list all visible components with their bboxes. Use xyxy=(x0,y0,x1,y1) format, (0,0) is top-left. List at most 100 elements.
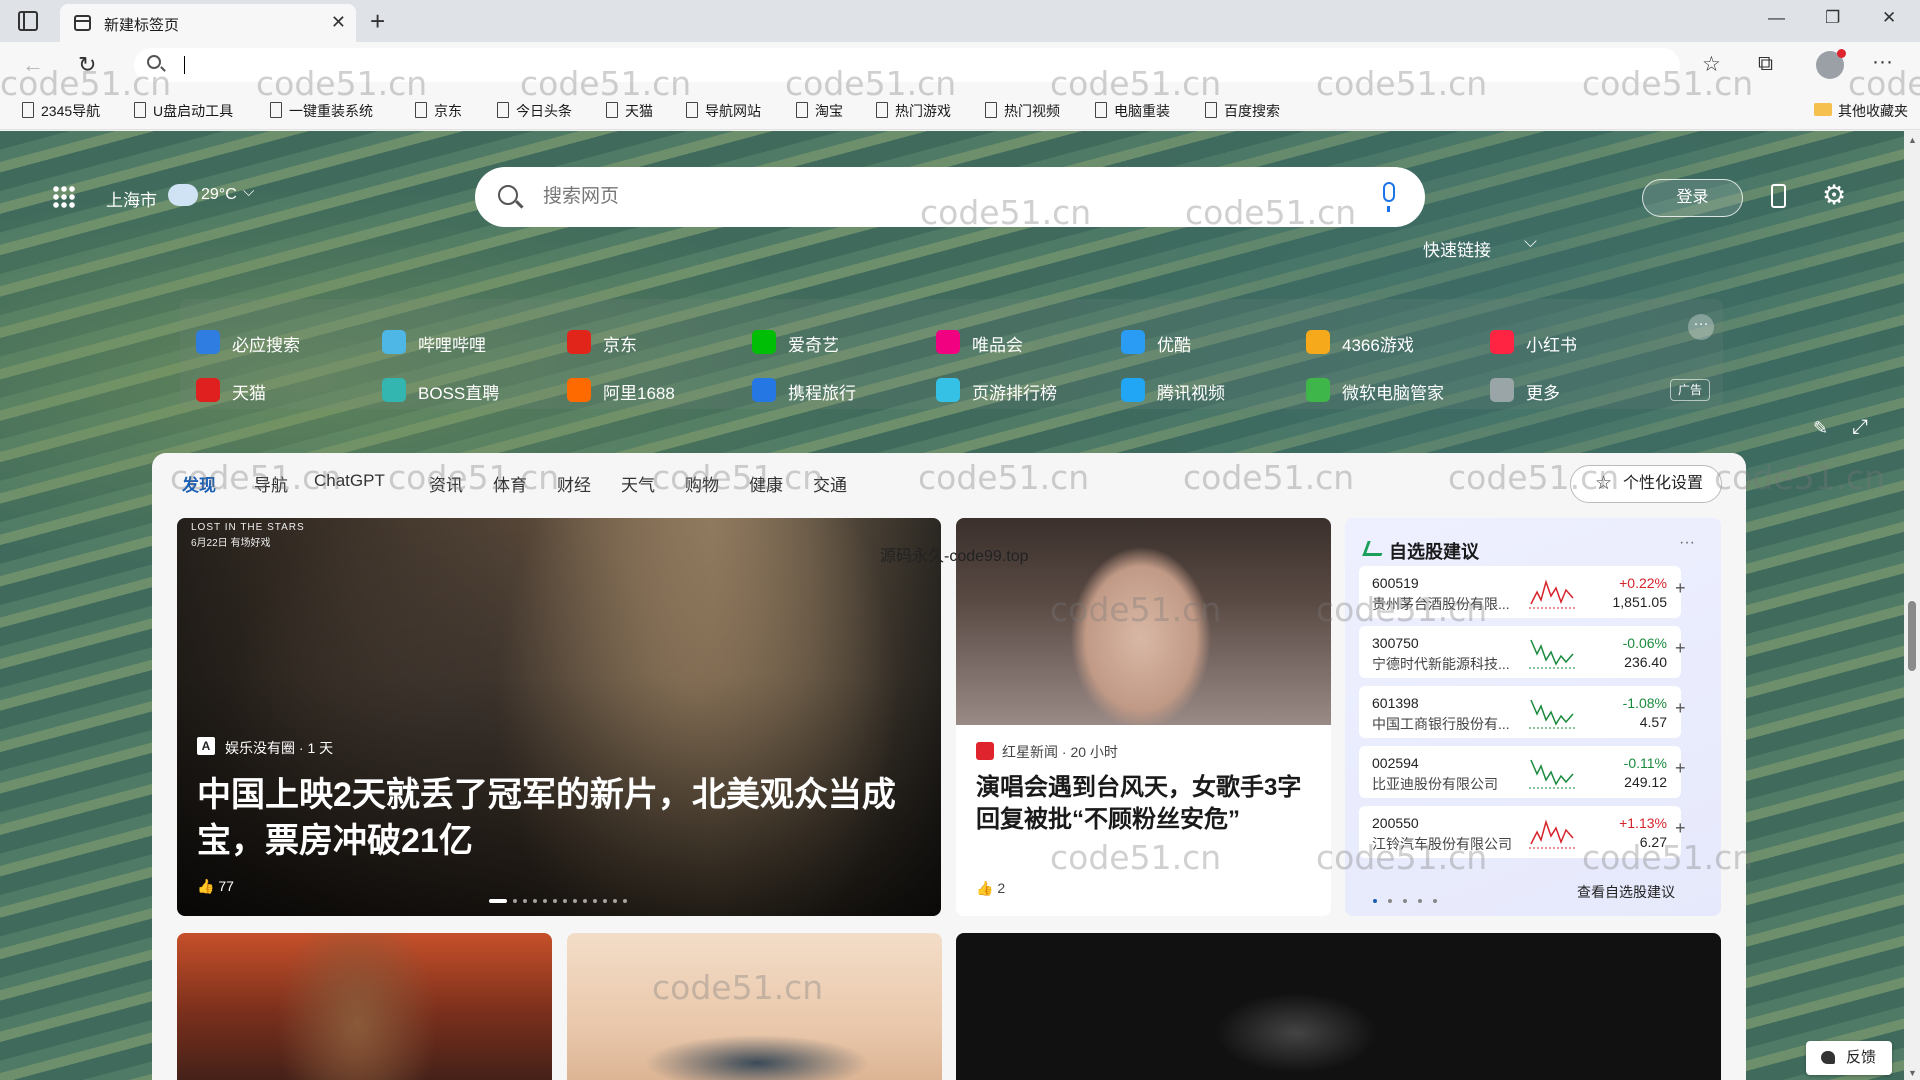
feed-tab[interactable]: 购物 xyxy=(685,471,719,496)
bookmark-item[interactable]: 电脑重装 xyxy=(1093,101,1170,121)
scrollbar-thumb[interactable] xyxy=(1908,601,1916,671)
expand-icon[interactable]: ⤢ xyxy=(1852,416,1868,439)
bookmark-item[interactable]: 天猫 xyxy=(604,101,653,121)
feed-tab[interactable]: 财经 xyxy=(557,471,591,496)
bookmark-item[interactable]: 一键重装系统 xyxy=(268,101,373,121)
news-thumbnail[interactable] xyxy=(567,933,942,1080)
add-stock-button[interactable]: + xyxy=(1675,698,1686,719)
stock-row[interactable]: 300750 宁德时代新能源科技... -0.06% 236.40 xyxy=(1359,626,1681,678)
bookmark-item[interactable]: 热门游戏 xyxy=(874,101,951,121)
hero-news-card[interactable]: LOST IN THE STARS 6月22日 有场好戏 娱乐没有圈 · 1 天… xyxy=(177,518,941,916)
bookmark-item[interactable]: 京东 xyxy=(413,101,462,121)
collections-icon[interactable]: ⧉ xyxy=(1758,52,1773,76)
stock-row[interactable]: 601398 中国工商银行股份有... -1.08% 4.57 xyxy=(1359,686,1681,738)
news-headline[interactable]: 中国上映2天就丢了冠军的新片，北美观众当成宝，票房冲破21亿 xyxy=(197,772,917,864)
news-card[interactable]: 红星新闻 · 20 小时 演唱会遇到台风天，女歌手3字回复被批“不顾粉丝安危” … xyxy=(956,518,1331,916)
feed-tab[interactable]: 健康 xyxy=(749,471,783,496)
video-thumbnail[interactable] xyxy=(956,933,1721,1080)
quick-link-icon xyxy=(1121,330,1145,354)
quick-link[interactable]: 页游排行榜 xyxy=(936,378,1057,404)
settings-more-icon[interactable]: ··· xyxy=(1872,50,1893,74)
microphone-icon[interactable] xyxy=(1383,182,1395,212)
bookmark-item[interactable]: 今日头条 xyxy=(495,101,572,121)
quick-link[interactable]: 优酷 xyxy=(1121,330,1191,356)
feed-tab[interactable]: 资讯 xyxy=(429,471,463,496)
reload-button[interactable]: ↻ xyxy=(78,52,96,78)
feed-tab[interactable]: 交通 xyxy=(813,471,847,496)
quick-link[interactable]: 天猫 xyxy=(196,378,266,404)
add-stock-button[interactable]: + xyxy=(1675,638,1686,659)
login-button[interactable]: 登录 xyxy=(1642,179,1743,217)
search-input[interactable] xyxy=(543,182,1303,212)
close-tab-icon[interactable]: ✕ xyxy=(331,12,346,33)
page-scrollbar[interactable]: ▲ ▼ xyxy=(1904,131,1920,1080)
minimize-button[interactable]: — xyxy=(1768,8,1785,28)
restore-button[interactable]: ❐ xyxy=(1825,8,1840,28)
quick-link[interactable]: 京东 xyxy=(567,330,637,356)
news-headline[interactable]: 演唱会遇到台风天，女歌手3字回复被批“不顾粉丝安危” xyxy=(976,772,1316,836)
tab-new-tab[interactable]: 新建标签页 ✕ xyxy=(60,4,356,42)
carousel-dots[interactable] xyxy=(489,890,633,908)
bookmark-item[interactable]: 百度搜索 xyxy=(1203,101,1280,121)
bookmark-item[interactable]: 淘宝 xyxy=(794,101,843,121)
stock-row[interactable]: 200550 江铃汽车股份有限公司 +1.13% 6.27 xyxy=(1359,806,1681,858)
profile-avatar[interactable] xyxy=(1816,49,1846,79)
scroll-down-icon[interactable]: ▼ xyxy=(1908,1068,1917,1078)
quick-link-icon xyxy=(196,330,220,354)
add-stock-button[interactable]: + xyxy=(1675,818,1686,839)
add-stock-button[interactable]: + xyxy=(1675,758,1686,779)
scroll-up-icon[interactable]: ▲ xyxy=(1908,135,1917,145)
like-count[interactable]: 👍 77 xyxy=(197,878,234,895)
carousel-dots[interactable] xyxy=(1373,890,1448,908)
close-window-button[interactable]: ✕ xyxy=(1882,8,1896,28)
tab-actions-icon[interactable] xyxy=(18,11,38,31)
like-count[interactable]: 👍 2 xyxy=(976,880,1005,897)
more-options-icon[interactable]: ··· xyxy=(1679,534,1695,552)
stock-row[interactable]: 600519 贵州茅台酒股份有限... +0.22% 1,851.05 xyxy=(1359,566,1681,618)
other-bookmarks-folder[interactable]: 其他收藏夹 xyxy=(1814,101,1908,121)
quick-link[interactable]: 阿里1688 xyxy=(567,378,675,404)
quick-links-more-button[interactable]: ··· xyxy=(1688,314,1714,340)
quick-link[interactable]: 小红书 xyxy=(1490,330,1577,356)
quick-link[interactable]: 微软电脑管家 xyxy=(1306,378,1444,404)
quick-link[interactable]: 腾讯视频 xyxy=(1121,378,1225,404)
chevron-down-icon[interactable]: ⌵ xyxy=(1524,232,1537,252)
app-launcher-icon[interactable] xyxy=(52,185,76,209)
quick-link[interactable]: 更多 xyxy=(1490,378,1560,404)
stock-row[interactable]: 002594 比亚迪股份有限公司 -0.11% 249.12 xyxy=(1359,746,1681,798)
quick-link[interactable]: 必应搜索 xyxy=(196,330,300,356)
news-thumbnail[interactable] xyxy=(177,933,552,1080)
quick-link[interactable]: 携程旅行 xyxy=(752,378,856,404)
feedback-button[interactable]: 反馈 xyxy=(1806,1041,1892,1075)
personalize-button[interactable]: 个性化设置 xyxy=(1570,465,1722,503)
feed-tab[interactable]: 导航 xyxy=(254,471,288,496)
quick-link[interactable]: 爱奇艺 xyxy=(752,330,839,356)
chevron-down-icon[interactable]: ⌵ xyxy=(243,183,254,200)
view-stocks-link[interactable]: 查看自选股建议 xyxy=(1577,882,1675,902)
edit-background-icon[interactable]: ✎ xyxy=(1813,418,1828,439)
quick-links-toggle[interactable]: 快速链接 xyxy=(1423,236,1491,261)
url-input[interactable] xyxy=(134,48,1680,82)
add-stock-button[interactable]: + xyxy=(1675,578,1686,599)
bookmark-item[interactable]: U盘启动工具 xyxy=(132,101,233,121)
quick-link[interactable]: 哔哩哔哩 xyxy=(382,330,486,356)
bookmark-item[interactable]: 导航网站 xyxy=(684,101,761,121)
quick-link[interactable]: 4366游戏 xyxy=(1306,330,1414,356)
feed-tab[interactable]: ChatGPT xyxy=(314,471,385,491)
quick-link[interactable]: 唯品会 xyxy=(936,330,1023,356)
poster-text: LOST IN THE STARS xyxy=(191,522,305,533)
bookmark-item[interactable]: 2345导航 xyxy=(20,101,100,121)
bookmark-item[interactable]: 热门视频 xyxy=(983,101,1060,121)
new-tab-button[interactable]: + xyxy=(370,6,385,37)
back-button[interactable]: ← xyxy=(22,52,44,78)
weather-temperature[interactable]: 29°C xyxy=(201,186,237,204)
feed-tab[interactable]: 体育 xyxy=(493,471,527,496)
favorite-star-icon[interactable]: ☆ xyxy=(1702,52,1721,77)
stock-name: 江铃汽车股份有限公司 xyxy=(1372,836,1512,852)
weather-city[interactable]: 上海市 xyxy=(106,186,157,211)
gear-icon[interactable]: ⚙ xyxy=(1822,180,1846,211)
phone-icon[interactable] xyxy=(1771,184,1786,208)
feed-tab[interactable]: 天气 xyxy=(621,471,655,496)
feed-tab[interactable]: 发现 xyxy=(172,465,226,499)
quick-link[interactable]: BOSS直聘 xyxy=(382,378,499,404)
